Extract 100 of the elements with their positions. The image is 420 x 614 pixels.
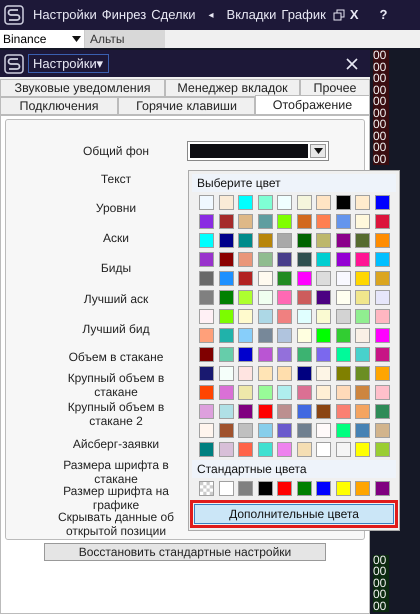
color-swatch[interactable] xyxy=(336,271,350,286)
menu-item[interactable]: ◂ xyxy=(208,8,214,22)
color-swatch[interactable] xyxy=(258,385,272,400)
color-swatch[interactable] xyxy=(355,328,370,343)
color-swatch[interactable] xyxy=(316,271,331,286)
color-swatch[interactable] xyxy=(199,442,214,457)
color-swatch[interactable] xyxy=(218,214,234,229)
color-swatch[interactable] xyxy=(374,309,390,324)
color-swatch[interactable] xyxy=(277,271,292,286)
color-swatch[interactable] xyxy=(199,214,214,229)
color-swatch[interactable] xyxy=(336,328,350,343)
color-swatch[interactable] xyxy=(277,195,292,210)
settings-tab[interactable]: Подключения xyxy=(0,97,118,115)
color-swatch[interactable] xyxy=(258,404,272,419)
color-swatch[interactable] xyxy=(238,404,253,419)
color-swatch[interactable] xyxy=(258,328,272,343)
color-swatch[interactable] xyxy=(316,195,331,210)
color-swatch[interactable] xyxy=(336,385,350,400)
color-swatch[interactable] xyxy=(218,195,234,210)
color-swatch[interactable] xyxy=(374,366,390,381)
color-swatch[interactable] xyxy=(316,404,331,419)
color-swatch[interactable] xyxy=(374,195,390,210)
color-swatch[interactable] xyxy=(258,309,272,324)
color-swatch[interactable] xyxy=(296,366,312,381)
color-swatch[interactable] xyxy=(199,195,214,210)
color-swatch[interactable] xyxy=(336,442,350,457)
color-swatch[interactable] xyxy=(296,214,312,229)
color-dropdown[interactable] xyxy=(187,141,329,161)
color-swatch[interactable] xyxy=(277,385,292,400)
color-swatch[interactable] xyxy=(355,481,370,496)
color-swatch[interactable] xyxy=(336,423,350,438)
color-swatch[interactable] xyxy=(336,347,350,362)
color-swatch[interactable] xyxy=(218,271,234,286)
color-swatch[interactable] xyxy=(374,423,390,438)
color-swatch[interactable] xyxy=(238,233,253,248)
menu-item[interactable]: Сделки xyxy=(151,5,196,25)
title-menu-button[interactable]: Настройки▾ xyxy=(28,54,109,73)
color-swatch[interactable] xyxy=(277,214,292,229)
color-swatch[interactable] xyxy=(374,481,390,496)
workspace-tab[interactable]: Альты xyxy=(85,30,165,48)
color-swatch[interactable] xyxy=(238,252,253,267)
color-swatch[interactable] xyxy=(277,252,292,267)
transparent-swatch[interactable] xyxy=(199,481,214,496)
color-swatch[interactable] xyxy=(296,290,312,305)
color-swatch[interactable] xyxy=(258,366,272,381)
color-swatch[interactable] xyxy=(218,423,234,438)
color-swatch[interactable] xyxy=(199,385,214,400)
color-swatch[interactable] xyxy=(277,481,292,496)
color-swatch[interactable] xyxy=(355,404,370,419)
color-swatch[interactable] xyxy=(277,233,292,248)
color-swatch[interactable] xyxy=(374,233,390,248)
color-swatch[interactable] xyxy=(277,404,292,419)
color-swatch[interactable] xyxy=(218,442,234,457)
color-swatch[interactable] xyxy=(258,214,272,229)
restore-icon[interactable] xyxy=(332,9,345,21)
color-swatch[interactable] xyxy=(316,233,331,248)
more-colors-button[interactable]: Дополнительные цвета xyxy=(194,504,394,524)
color-swatch[interactable] xyxy=(238,328,253,343)
color-swatch[interactable] xyxy=(374,385,390,400)
color-swatch[interactable] xyxy=(355,366,370,381)
color-swatch[interactable] xyxy=(199,252,214,267)
color-swatch[interactable] xyxy=(258,423,272,438)
color-swatch[interactable] xyxy=(258,271,272,286)
color-swatch[interactable] xyxy=(258,290,272,305)
color-swatch[interactable] xyxy=(336,404,350,419)
close-button[interactable]: X xyxy=(350,5,358,25)
color-swatch[interactable] xyxy=(296,309,312,324)
menu-item[interactable]: Вкладки xyxy=(226,5,276,25)
color-swatch[interactable] xyxy=(238,290,253,305)
color-swatch[interactable] xyxy=(374,214,390,229)
color-swatch[interactable] xyxy=(238,442,253,457)
color-swatch[interactable] xyxy=(258,347,272,362)
color-swatch[interactable] xyxy=(277,366,292,381)
color-swatch[interactable] xyxy=(199,328,214,343)
color-swatch[interactable] xyxy=(258,233,272,248)
color-swatch[interactable] xyxy=(277,423,292,438)
color-swatch[interactable] xyxy=(296,423,312,438)
color-swatch[interactable] xyxy=(296,347,312,362)
color-swatch[interactable] xyxy=(374,404,390,419)
color-swatch[interactable] xyxy=(374,347,390,362)
color-swatch[interactable] xyxy=(199,423,214,438)
color-swatch[interactable] xyxy=(199,233,214,248)
help-button[interactable]: ? xyxy=(379,5,388,25)
color-swatch[interactable] xyxy=(218,404,234,419)
color-swatch[interactable] xyxy=(199,404,214,419)
logo-icon[interactable] xyxy=(4,5,24,25)
color-swatch[interactable] xyxy=(218,481,234,496)
color-swatch[interactable] xyxy=(258,442,272,457)
close-icon[interactable] xyxy=(346,58,358,70)
color-swatch[interactable] xyxy=(238,214,253,229)
color-swatch[interactable] xyxy=(355,214,370,229)
color-swatch[interactable] xyxy=(296,271,312,286)
color-swatch[interactable] xyxy=(374,271,390,286)
color-swatch[interactable] xyxy=(355,271,370,286)
color-swatch[interactable] xyxy=(336,366,350,381)
color-swatch[interactable] xyxy=(238,195,253,210)
color-swatch[interactable] xyxy=(374,442,390,457)
color-swatch[interactable] xyxy=(277,309,292,324)
color-swatch[interactable] xyxy=(355,423,370,438)
settings-tab[interactable]: Звуковые уведомления xyxy=(0,79,165,97)
